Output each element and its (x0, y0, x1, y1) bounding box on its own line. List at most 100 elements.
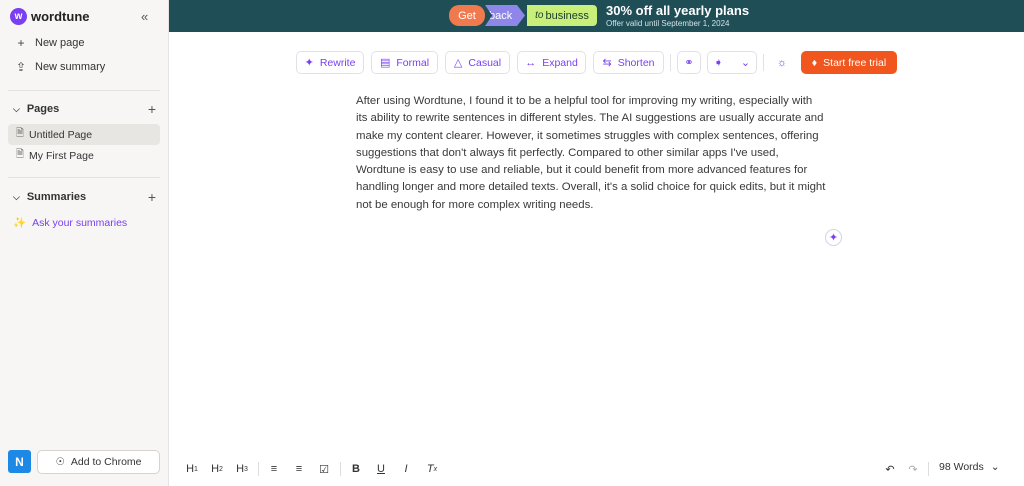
link-circles-icon: ⚭ (684, 57, 694, 69)
promo-banner[interactable]: Get back to business 30% off all yearly … (169, 0, 1024, 32)
bottom-separator (258, 462, 259, 476)
summaries-section-title: Summaries (26, 191, 87, 203)
word-count-dropdown[interactable]: 98 Words ⌄ (939, 461, 1000, 473)
banner-back-arrow: back (485, 5, 525, 26)
casual-label: Casual (468, 56, 502, 69)
sparkle-icon: ✦ (828, 232, 839, 244)
new-summary-label: New summary (35, 61, 106, 73)
shorten-icon: ⇆ (602, 57, 612, 69)
banner-to-business: to business (527, 5, 597, 26)
chrome-icon: ☉ (55, 456, 65, 468)
sidebar-page-untitled[interactable]: 🗎 Untitled Page (8, 124, 160, 145)
lightbulb-icon: ☼ (776, 56, 788, 69)
h2-sub: 2 (219, 465, 223, 473)
undo-icon: ↶ (885, 463, 895, 476)
heading-1-button[interactable]: H1 (185, 461, 199, 477)
bold-button[interactable]: B (349, 461, 363, 477)
clear-format-button[interactable]: Tx (425, 461, 439, 477)
user-avatar[interactable]: N (8, 450, 31, 473)
start-trial-label: Start free trial (823, 56, 887, 69)
add-summary-plus-icon[interactable]: + (148, 189, 156, 205)
logo-text: wordtune (31, 9, 90, 24)
rewrite-button[interactable]: ✦ Rewrite (296, 51, 364, 74)
pages-section-title: Pages (26, 103, 60, 115)
heading-2-button[interactable]: H2 (210, 461, 224, 477)
expand-icon: ↔ (525, 56, 537, 69)
document-icon: 🗎 (16, 128, 25, 139)
upload-icon: ⇪ (15, 60, 27, 74)
sidebar: w wordtune « + New page ⇪ New summary ⌵ … (0, 0, 169, 486)
shorten-button[interactable]: ⇆ Shorten (593, 51, 664, 74)
bottom-separator (928, 462, 929, 476)
ask-your-summaries-link[interactable]: ✨ Ask your summaries (13, 216, 128, 230)
clear-format-icon: T (426, 463, 434, 475)
chevron-down-icon: ⌄ (740, 57, 751, 69)
checkbox-icon: ☑ (319, 463, 329, 476)
banner-business: business (545, 9, 589, 22)
heading-3-button[interactable]: H3 (235, 461, 249, 477)
new-page-button[interactable]: + New page (15, 36, 84, 50)
summaries-section-header[interactable]: ⌵ Summaries + (13, 189, 156, 205)
toolbar-separator (670, 54, 671, 71)
chevron-down-icon: ⌵ (13, 191, 20, 202)
link-tool-button[interactable]: ⚭ (677, 51, 701, 74)
bottom-separator (340, 462, 341, 476)
italic-button[interactable]: I (399, 461, 413, 477)
expand-button[interactable]: ↔ Expand (517, 51, 586, 74)
editor-text[interactable]: After using Wordtune, I found it to be a… (356, 93, 826, 214)
banner-to: to (535, 10, 544, 21)
undo-button[interactable]: ↶ (883, 461, 897, 477)
numbered-list-icon: ≡ (295, 463, 303, 475)
sidebar-divider (8, 177, 160, 178)
briefcase-icon: ▤ (379, 57, 391, 69)
document-icon: 🗎 (16, 149, 25, 160)
h3-letter: H (236, 463, 245, 475)
chevron-down-icon: ⌄ (990, 461, 1000, 473)
arrow-right-icon: ➧ (713, 57, 724, 69)
bullet-list-icon: ≡ (270, 463, 278, 475)
bullet-list-button[interactable]: ≡ (267, 461, 281, 477)
banner-subtext: Offer valid until September 1, 2024 (606, 19, 730, 28)
redo-icon: ↷ (908, 463, 918, 476)
plus-icon: + (17, 36, 25, 50)
redo-button[interactable]: ↷ (906, 461, 920, 477)
sidebar-page-my-first[interactable]: 🗎 My First Page (8, 145, 160, 166)
h1-sub: 1 (194, 465, 198, 473)
page-item-label: Untitled Page (29, 128, 93, 141)
sparkle-icon: ✨ (13, 217, 27, 229)
banner-get-pill: Get (449, 5, 485, 26)
add-page-plus-icon[interactable]: + (148, 101, 156, 117)
underline-button[interactable]: U (374, 461, 388, 477)
page-item-label: My First Page (29, 149, 94, 162)
sidebar-divider (8, 90, 160, 91)
banner-headline: 30% off all yearly plans (606, 3, 750, 18)
start-free-trial-button[interactable]: ♦ Start free trial (801, 51, 897, 74)
expand-label: Expand (542, 56, 578, 69)
ai-sparkle-button[interactable]: ✦ (825, 229, 842, 246)
casual-button[interactable]: △ Casual (445, 51, 510, 74)
shorten-label: Shorten (617, 56, 655, 69)
chevron-down-icon: ⌵ (13, 103, 20, 114)
logo-mark-icon: w (10, 8, 27, 25)
lightbulb-button[interactable]: ☼ (770, 51, 794, 74)
banner-text: 30% off all yearly plans Offer valid unt… (606, 3, 749, 28)
rewrite-label: Rewrite (319, 56, 356, 69)
collapse-sidebar-icon[interactable]: « (141, 9, 148, 24)
diamond-icon: ♦ (811, 56, 818, 69)
checklist-button[interactable]: ☑ (317, 461, 331, 477)
formal-button[interactable]: ▤ Formal (371, 51, 438, 74)
formal-label: Formal (396, 56, 430, 69)
add-to-chrome-label: Add to Chrome (70, 456, 142, 468)
add-to-chrome-button[interactable]: ☉ Add to Chrome (37, 450, 160, 474)
new-summary-button[interactable]: ⇪ New summary (15, 60, 105, 74)
h2-letter: H (211, 463, 220, 475)
sparkle-icon: ✦ (304, 57, 314, 69)
ask-summaries-label: Ask your summaries (32, 216, 128, 229)
numbered-list-button[interactable]: ≡ (292, 461, 306, 477)
toolbar-separator (763, 54, 764, 71)
continue-dropdown-button[interactable]: ➧ ⌄ (707, 51, 757, 74)
pages-section-header[interactable]: ⌵ Pages + (13, 101, 156, 117)
wordtune-logo[interactable]: w wordtune (10, 8, 90, 25)
h1-letter: H (186, 463, 195, 475)
h3-sub: 3 (244, 465, 248, 473)
